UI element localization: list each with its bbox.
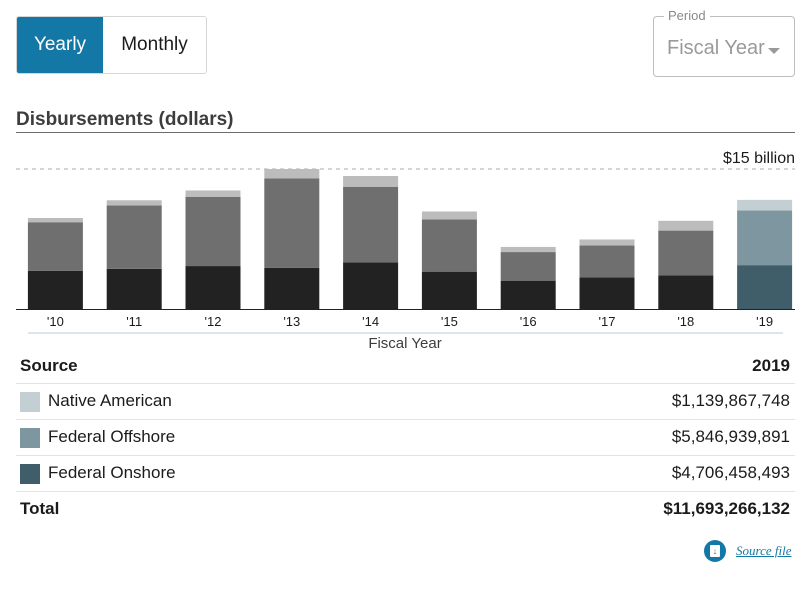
bar-segment: [343, 186, 399, 263]
x-axis-label: Fiscal Year: [368, 335, 441, 352]
row-label: Federal Offshore: [48, 427, 176, 446]
section-title: Disbursements (dollars): [16, 109, 234, 130]
table-row: Federal Onshore $4,706,458,493: [16, 456, 795, 492]
header-year: 2019: [752, 356, 790, 375]
bar-segment: [185, 190, 241, 197]
x-tick-label: '13: [283, 314, 300, 329]
x-tick-label: '16: [520, 314, 537, 329]
x-tick-label: '12: [205, 314, 222, 329]
legend-swatch: [20, 464, 40, 484]
bar-segment: [421, 271, 477, 309]
bar-segment: [106, 205, 162, 269]
row-value: $4,706,458,493: [671, 463, 790, 482]
yearly-button[interactable]: Yearly: [17, 17, 103, 73]
x-tick-label: '15: [441, 314, 458, 329]
bar-segment: [185, 266, 241, 309]
row-value: $5,846,939,891: [671, 427, 790, 446]
period-value: Fiscal Year: [667, 37, 765, 59]
total-row: Total $11,693,266,132: [16, 492, 795, 527]
legend-swatch: [20, 392, 40, 412]
table-row: Federal Offshore $5,846,939,891: [16, 420, 795, 456]
bar-segment: [579, 277, 635, 309]
bar-segment: [27, 270, 83, 309]
x-tick-label: '10: [47, 314, 64, 329]
header-source: Source: [20, 356, 78, 375]
row-label: Native American: [48, 391, 172, 410]
x-tick-label: '18: [677, 314, 694, 329]
download-icon[interactable]: ↓: [704, 540, 726, 562]
source-file-link[interactable]: ↓ Source file: [704, 540, 791, 562]
row-value: $1,139,867,748: [671, 391, 790, 410]
legend-swatch: [20, 428, 40, 448]
table-header: Source 2019: [16, 352, 795, 384]
bar-segment: [500, 281, 556, 309]
bar-segment: [264, 169, 320, 179]
bar-segment: [27, 218, 83, 223]
bar-segment: [106, 200, 162, 206]
bar-segment: [343, 262, 399, 309]
x-tick-label: '19: [756, 314, 773, 329]
bar-segment: [579, 245, 635, 278]
bar-segment: [658, 275, 714, 309]
bar-segment: [658, 230, 714, 276]
disbursements-chart: $15 billion '10 '11 '12 '13 '14 '15 '16 '17 '18 '1…: [16, 150, 795, 352]
source-table: Source 2019 Native American $1,139,867,7…: [16, 352, 795, 527]
bar-segment: [500, 246, 556, 253]
chevron-down-icon: [768, 48, 780, 54]
bar-segment: [185, 197, 241, 267]
bar-segment: [106, 268, 162, 309]
bar-segment: [579, 239, 635, 246]
max-value-label: $15 billion: [723, 150, 795, 167]
bar-segment: [264, 178, 320, 268]
bar-segment: [27, 222, 83, 271]
period-select[interactable]: Period Fiscal Year: [653, 8, 795, 77]
source-file-label[interactable]: Source file: [736, 543, 791, 559]
x-tick-label: '17: [599, 314, 616, 329]
total-label: Total: [20, 499, 60, 518]
bar-segment: [343, 176, 399, 187]
bar-segment: [737, 265, 793, 309]
bar-segment: [500, 252, 556, 281]
period-toggle: Yearly Monthly: [16, 16, 207, 74]
period-label: Period: [664, 8, 710, 23]
bar-segment: [264, 267, 320, 309]
bar-segment: [658, 220, 714, 231]
bar-segment: [737, 199, 793, 211]
total-value: $11,693,266,132: [663, 499, 790, 518]
x-tick-label: '14: [362, 314, 379, 329]
x-tick-label: '11: [126, 314, 142, 329]
bar-segment: [421, 211, 477, 220]
table-row: Native American $1,139,867,748: [16, 384, 795, 420]
row-label: Federal Onshore: [48, 463, 176, 482]
bar-segment: [421, 219, 477, 272]
monthly-button[interactable]: Monthly: [103, 17, 206, 73]
section-divider: [16, 132, 795, 133]
bar-segment: [737, 210, 793, 266]
